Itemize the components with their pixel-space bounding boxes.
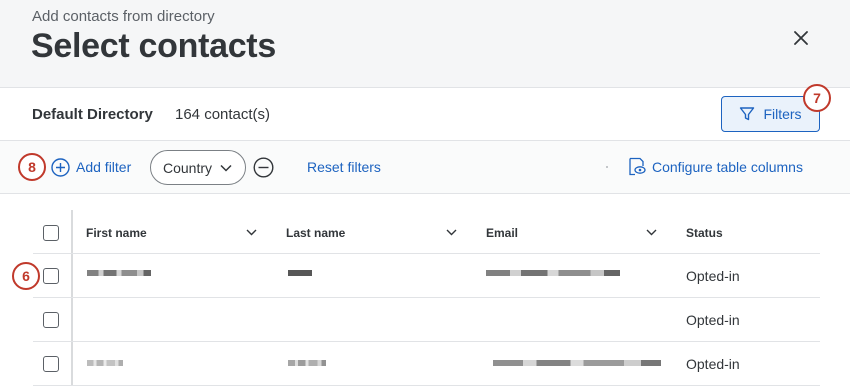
filter-funnel-icon: [740, 107, 755, 121]
column-header-status[interactable]: Status: [686, 226, 723, 240]
plus-circle-icon: [51, 157, 70, 177]
add-filter-label: Add filter: [76, 159, 132, 175]
status-text: Opted-in: [686, 356, 740, 372]
select-all-checkbox[interactable]: [43, 225, 59, 241]
close-icon: [794, 31, 808, 45]
redacted-email: [486, 270, 620, 276]
reset-filters-link[interactable]: Reset filters: [307, 159, 381, 175]
configure-columns-icon: [629, 157, 646, 176]
chevron-down-icon[interactable]: [646, 229, 657, 236]
dialog-title: Select contacts: [31, 27, 276, 65]
table-row[interactable]: Opted-in: [33, 342, 820, 386]
divider-dot: [606, 166, 608, 168]
redacted-email: [493, 360, 661, 366]
row-checkbox[interactable]: [43, 312, 59, 328]
status-text: Opted-in: [686, 268, 740, 284]
dialog-subtitle: Add contacts from directory: [32, 8, 215, 25]
table-header-row: First name Last name Email Status: [33, 210, 820, 254]
configure-columns-label: Configure table columns: [652, 158, 803, 175]
column-header-last-name[interactable]: Last name: [286, 226, 345, 240]
status-text: Opted-in: [686, 312, 740, 328]
callout-badge: 7: [803, 84, 831, 112]
column-header-email[interactable]: Email: [486, 226, 518, 240]
chevron-down-icon: [220, 164, 232, 172]
redacted-first-name: [87, 360, 123, 366]
callout-badge: 6: [12, 262, 40, 290]
add-filter-button[interactable]: Add filter: [51, 157, 131, 177]
chevron-down-icon[interactable]: [446, 229, 457, 236]
dialog-header: Add contacts from directory Select conta…: [0, 0, 850, 88]
directory-name: Default Directory: [32, 106, 153, 123]
remove-filter-icon[interactable]: [253, 157, 274, 178]
redacted-first-name: [87, 270, 151, 276]
country-filter-dropdown[interactable]: Country: [150, 150, 246, 185]
table-row[interactable]: Opted-in: [33, 298, 820, 342]
close-button[interactable]: [789, 26, 813, 50]
country-filter-label: Country: [163, 159, 213, 176]
row-checkbox[interactable]: [43, 268, 59, 284]
column-header-first-name[interactable]: First name: [86, 226, 147, 240]
row-checkbox[interactable]: [43, 356, 59, 372]
callout-badge: 8: [18, 153, 46, 181]
contact-count: 164 contact(s): [175, 106, 271, 123]
configure-columns-link[interactable]: Configure table columns: [628, 157, 803, 176]
redacted-last-name: [288, 360, 326, 366]
filters-label: Filters: [763, 106, 802, 122]
chevron-down-icon[interactable]: [246, 229, 257, 236]
table-row[interactable]: Opted-in: [33, 254, 820, 298]
redacted-last-name: [288, 270, 312, 276]
